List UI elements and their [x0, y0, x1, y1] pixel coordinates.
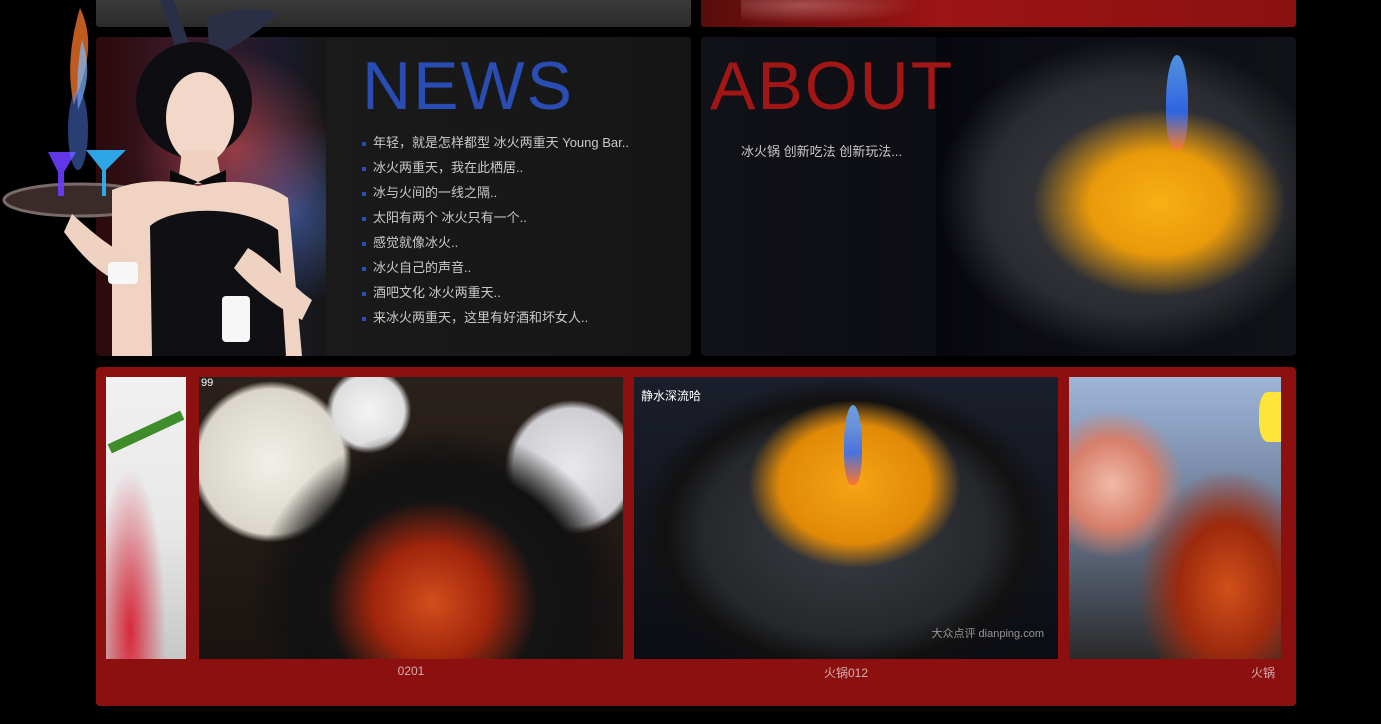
thumb-overlay-text: 99	[201, 377, 214, 389]
news-item[interactable]: 年轻，就是怎样都型 冰火两重天 Young Bar..	[362, 130, 629, 155]
news-item[interactable]: 感觉就像冰火..	[362, 230, 629, 255]
bullet-icon	[362, 216, 366, 221]
news-item[interactable]: 来冰火两重天，这里有好酒和坏女人..	[362, 305, 629, 330]
news-item-label[interactable]: 冰火两重天，我在此栖居..	[373, 160, 523, 175]
gallery-thumb[interactable]: 静水深流哈 大众点评 dianping.com	[634, 377, 1058, 659]
top-bar-right-banner	[701, 0, 1296, 27]
news-item[interactable]: 酒吧文化 冰火两重天..	[362, 280, 629, 305]
gallery-caption[interactable]: 0201	[199, 664, 623, 678]
cuff-left	[108, 262, 138, 284]
news-item-label[interactable]: 来冰火两重天，这里有好酒和坏女人..	[373, 310, 588, 325]
flame-icon	[844, 405, 862, 485]
bullet-icon	[362, 166, 366, 171]
bullet-icon	[362, 316, 366, 321]
gallery-thumb[interactable]: 99	[199, 377, 623, 659]
news-item-label[interactable]: 年轻，就是怎样都型 冰火两重天 Young Bar..	[373, 135, 629, 150]
tall-glass	[68, 90, 88, 170]
about-title: ABOUT	[710, 48, 955, 124]
news-item-label[interactable]: 冰火自己的声音..	[373, 260, 471, 275]
hotpot-photo	[936, 37, 1296, 356]
photo-gallery: 99 静水深流哈 大众点评 dianping.com 0201 火锅012 火锅	[96, 367, 1296, 706]
news-item-label[interactable]: 太阳有两个 冰火只有一个..	[373, 210, 527, 225]
news-item[interactable]: 冰与火间的一线之隔..	[362, 180, 629, 205]
green-onion	[107, 410, 185, 454]
gallery-caption[interactable]: 火锅012	[634, 664, 1058, 681]
bullet-icon	[362, 291, 366, 296]
news-item-label[interactable]: 感觉就像冰火..	[373, 235, 458, 250]
gallery-thumb[interactable]	[106, 377, 186, 659]
banner-glint	[741, 0, 941, 27]
news-list: 年轻，就是怎样都型 冰火两重天 Young Bar.. 冰火两重天，我在此栖居.…	[362, 130, 629, 330]
gallery-caption[interactable]: 火锅	[1251, 664, 1296, 681]
bunny-waitress-illustration	[2, 0, 312, 356]
news-item[interactable]: 冰火两重天，我在此栖居..	[362, 155, 629, 180]
news-item[interactable]: 冰火自己的声音..	[362, 255, 629, 280]
lemon-slice	[1259, 392, 1281, 442]
bullet-icon	[362, 191, 366, 196]
bullet-icon	[362, 141, 366, 146]
about-panel: ABOUT 冰火锅 创新吃法 创新玩法...	[701, 37, 1296, 356]
about-text[interactable]: 冰火锅 创新吃法 创新玩法...	[741, 141, 902, 160]
flame-icon	[1166, 55, 1188, 150]
bullet-icon	[362, 266, 366, 271]
news-item[interactable]: 太阳有两个 冰火只有一个..	[362, 205, 629, 230]
gallery-thumb[interactable]	[1069, 377, 1281, 659]
watermark: 大众点评 dianping.com	[931, 628, 1045, 640]
news-title: NEWS	[362, 48, 574, 124]
thumb-overlay-text: 静水深流哈	[641, 389, 702, 403]
bullet-icon	[362, 241, 366, 246]
cuff-right	[222, 296, 250, 342]
news-item-label[interactable]: 冰与火间的一线之隔..	[373, 185, 497, 200]
news-item-label[interactable]: 酒吧文化 冰火两重天..	[373, 285, 501, 300]
